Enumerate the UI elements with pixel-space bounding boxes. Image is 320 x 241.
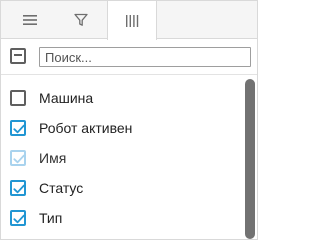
checkbox-checked[interactable] — [10, 180, 26, 196]
checkmark-icon — [13, 154, 25, 164]
tab-general[interactable] — [5, 1, 55, 39]
search-row — [1, 39, 257, 75]
checkbox-checked[interactable] — [10, 120, 26, 136]
checkbox-checked[interactable] — [10, 210, 26, 226]
checkmark-icon — [13, 214, 25, 224]
select-all-checkbox[interactable] — [10, 48, 26, 64]
column-item-label: Тип — [39, 210, 63, 226]
checkmark-icon — [13, 124, 25, 134]
column-item-status[interactable]: Статус — [1, 173, 241, 203]
column-list: Машина Робот активен Имя Статус Тип — [1, 83, 241, 233]
column-item-label: Робот активен — [39, 120, 133, 136]
tab-filter[interactable] — [56, 1, 106, 39]
column-item-type[interactable]: Тип — [1, 203, 241, 233]
hamburger-menu-icon — [23, 15, 37, 25]
column-item-machine[interactable]: Машина — [1, 83, 241, 113]
scrollbar-thumb[interactable] — [245, 79, 255, 239]
columns-icon — [126, 14, 139, 27]
column-item-label: Имя — [39, 150, 67, 166]
column-chooser-panel: Машина Робот активен Имя — [0, 0, 258, 240]
checkbox-checked-disabled — [10, 150, 26, 166]
column-item-robot-active[interactable]: Робот активен — [1, 113, 241, 143]
scrollbar[interactable] — [245, 77, 255, 241]
indeterminate-dash-icon — [14, 54, 22, 56]
column-item-label: Машина — [39, 90, 94, 106]
tab-columns[interactable] — [107, 1, 157, 40]
checkbox-unchecked[interactable] — [10, 90, 26, 106]
search-input[interactable] — [39, 47, 251, 67]
tab-bar — [1, 1, 257, 40]
column-item-name: Имя — [1, 143, 241, 173]
column-item-label: Статус — [39, 180, 84, 196]
checkmark-icon — [13, 184, 25, 194]
filter-icon — [74, 13, 88, 26]
